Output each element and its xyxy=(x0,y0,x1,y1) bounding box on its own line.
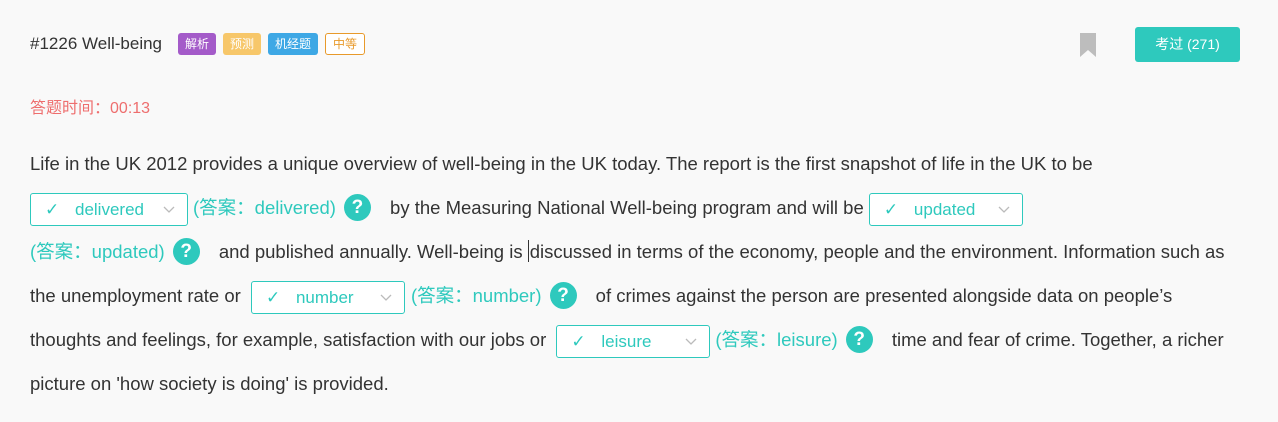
tag-machine-exam[interactable]: 机经题 xyxy=(268,33,319,55)
check-icon: ✓ xyxy=(571,331,586,351)
timer-label: 答题时间： xyxy=(30,100,111,117)
dropdown-selected-value: leisure xyxy=(601,331,652,351)
chevron-down-icon xyxy=(998,206,1010,213)
dropdown-selected-value: delivered xyxy=(75,199,144,219)
answer-hint: (答案：delivered) xyxy=(193,197,336,218)
check-icon: ✓ xyxy=(45,199,60,219)
blank-dropdown-4[interactable]: ✓ leisure xyxy=(556,324,711,358)
question-header: #1226 Well-being 解析 预测 机经题 中等 考过 (271) xyxy=(30,26,1240,62)
check-icon: ✓ xyxy=(265,287,281,307)
tag-prediction[interactable]: 预测 xyxy=(223,33,262,55)
answer-timer: 答题时间：00:13 xyxy=(30,94,150,118)
blank-dropdown-2[interactable]: ✓ updated xyxy=(868,192,1023,226)
passage-segment: by the Measuring National Well-being pro… xyxy=(384,197,869,218)
chevron-down-icon xyxy=(380,294,392,301)
check-icon: ✓ xyxy=(883,199,899,219)
timer-value: 00:13 xyxy=(110,100,151,117)
passage-segment: Life in the UK 2012 provides a unique ov… xyxy=(30,153,1093,174)
passage-segment: and published annually. Well-being is xyxy=(213,241,528,262)
dropdown-selected-value: updated xyxy=(913,199,976,219)
chevron-down-icon xyxy=(685,338,697,345)
passage-text: Life in the UK 2012 provides a unique ov… xyxy=(30,142,1240,406)
blank-dropdown-1[interactable]: ✓ delivered xyxy=(30,192,188,226)
help-icon[interactable]: ? xyxy=(549,281,577,309)
chevron-down-icon xyxy=(163,206,175,213)
exam-count-button[interactable]: 考过 (271) xyxy=(1135,26,1240,62)
answer-hint: (答案：number) xyxy=(410,285,542,306)
answer-hint: (答案：updated) xyxy=(30,241,165,262)
text-cursor xyxy=(527,240,529,263)
help-icon[interactable]: ? xyxy=(845,325,873,353)
help-icon[interactable]: ? xyxy=(343,193,371,221)
question-title: #1226 Well-being xyxy=(30,34,162,53)
dropdown-selected-value: number xyxy=(295,287,354,307)
blank-dropdown-3[interactable]: ✓ number xyxy=(250,280,405,314)
answer-hint: (答案：leisure) xyxy=(715,329,838,350)
tag-analysis[interactable]: 解析 xyxy=(178,33,217,55)
bookmark-icon[interactable] xyxy=(1079,32,1097,58)
tag-difficulty: 中等 xyxy=(325,33,366,55)
help-icon[interactable]: ? xyxy=(172,237,200,265)
